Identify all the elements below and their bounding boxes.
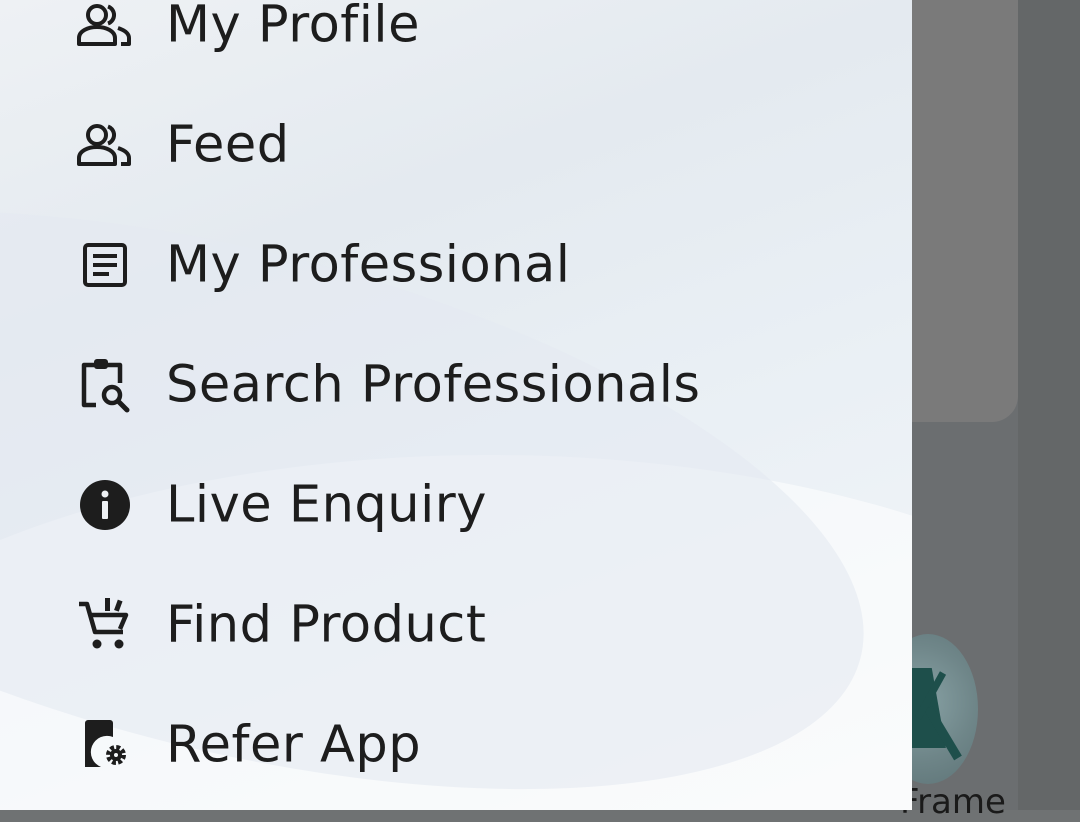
navigation-drawer: My Profile Feed My Professional Search P… — [0, 0, 912, 810]
drawer-item-refer-app[interactable]: Refer App — [0, 685, 912, 805]
info-icon — [76, 476, 134, 534]
drawer-item-label: My Professional — [166, 235, 571, 295]
drawer-item-label: Search Professionals — [166, 355, 701, 415]
background-item-label: Frame — [900, 782, 1006, 822]
drawer-item-search-professionals[interactable]: Search Professionals — [0, 325, 912, 445]
background-strip — [1018, 0, 1080, 810]
people-outline-icon — [76, 116, 134, 174]
drawer-item-find-product[interactable]: Find Product — [0, 565, 912, 685]
add-shopping-cart-icon — [76, 596, 134, 654]
drawer-item-label: My Profile — [166, 0, 420, 55]
article-icon — [76, 236, 134, 294]
drawer-item-feed[interactable]: Feed — [0, 85, 912, 205]
drawer-item-label: Live Enquiry — [166, 475, 487, 535]
drawer-item-label: Feed — [166, 115, 290, 175]
people-outline-icon — [76, 0, 134, 54]
drawer-item-label: Find Product — [166, 595, 487, 655]
clipboard-search-icon — [76, 356, 134, 414]
drawer-item-label: Refer App — [166, 715, 422, 775]
drawer-item-live-enquiry[interactable]: Live Enquiry — [0, 445, 912, 565]
drawer-item-my-professional[interactable]: My Professional — [0, 205, 912, 325]
drawer-item-my-profile[interactable]: My Profile — [0, 0, 912, 85]
device-settings-icon — [76, 716, 134, 774]
